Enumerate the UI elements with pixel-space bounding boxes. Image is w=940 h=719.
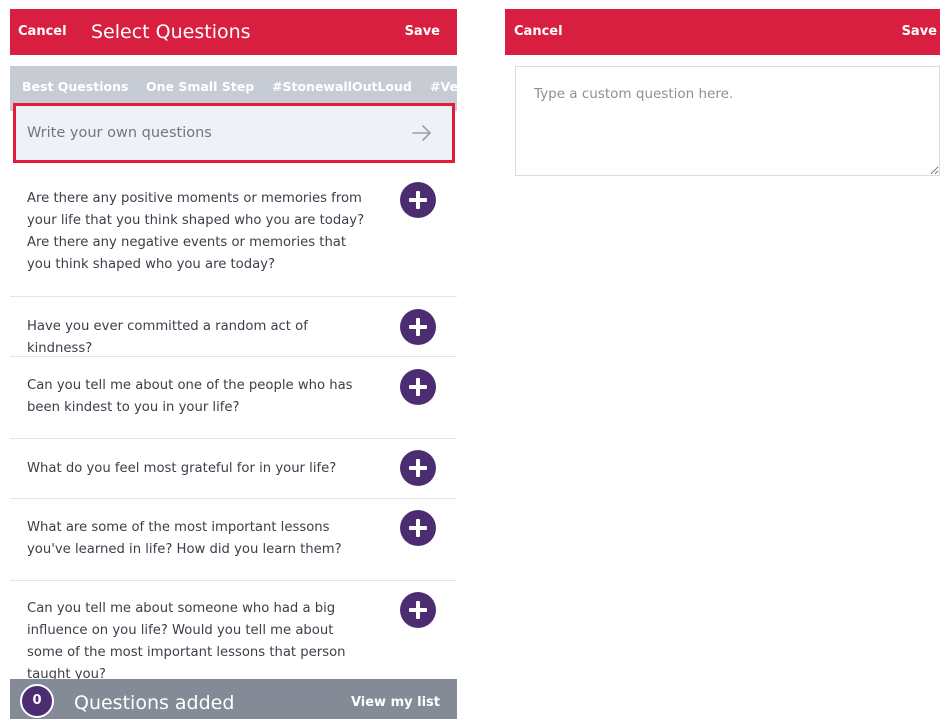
add-question-button[interactable] bbox=[400, 510, 436, 546]
custom-question-input[interactable] bbox=[515, 66, 940, 176]
questions-count-badge: 0 bbox=[20, 684, 54, 718]
question-item: Are there any positive moments or memori… bbox=[10, 169, 457, 297]
save-button[interactable]: Save bbox=[405, 9, 440, 55]
add-question-button[interactable] bbox=[400, 309, 436, 345]
view-my-list-button[interactable]: View my list bbox=[351, 679, 440, 719]
question-text: What do you feel most grateful for in yo… bbox=[27, 461, 337, 476]
question-item: Can you tell me about someone who had a … bbox=[10, 581, 457, 691]
add-question-button[interactable] bbox=[400, 450, 436, 486]
save-button[interactable]: Save bbox=[902, 9, 937, 55]
question-text: Can you tell me about one of the people … bbox=[27, 378, 353, 415]
arrow-right-icon bbox=[412, 125, 431, 141]
question-item: Can you tell me about one of the people … bbox=[10, 357, 457, 439]
select-questions-screen: Cancel Select Questions Save Best Questi… bbox=[10, 9, 457, 719]
question-item: What are some of the most important less… bbox=[10, 499, 457, 581]
question-text: Are there any positive moments or memori… bbox=[27, 191, 365, 272]
add-question-button[interactable] bbox=[400, 592, 436, 628]
add-question-button[interactable] bbox=[400, 369, 436, 405]
questions-added-label: Questions added bbox=[74, 692, 235, 714]
custom-question-screen: Cancel Save bbox=[505, 9, 940, 719]
question-text: Can you tell me about someone who had a … bbox=[27, 601, 346, 682]
write-own-questions-label: Write your own questions bbox=[27, 125, 212, 141]
question-list: Are there any positive moments or memori… bbox=[10, 169, 457, 691]
question-text: Have you ever committed a random act of … bbox=[27, 319, 308, 356]
header-bar: Cancel Save bbox=[505, 9, 940, 55]
questions-added-bar: 0 Questions added View my list bbox=[10, 679, 457, 719]
page-title: Select Questions bbox=[91, 21, 251, 43]
question-item: What do you feel most grateful for in yo… bbox=[10, 439, 457, 499]
header-bar: Cancel Select Questions Save bbox=[10, 9, 457, 55]
question-text: What are some of the most important less… bbox=[27, 520, 342, 557]
add-question-button[interactable] bbox=[400, 182, 436, 218]
cancel-button[interactable]: Cancel bbox=[514, 9, 563, 55]
question-item: Have you ever committed a random act of … bbox=[10, 297, 457, 357]
write-own-questions-button[interactable]: Write your own questions bbox=[13, 103, 455, 163]
cancel-button[interactable]: Cancel bbox=[18, 9, 67, 55]
